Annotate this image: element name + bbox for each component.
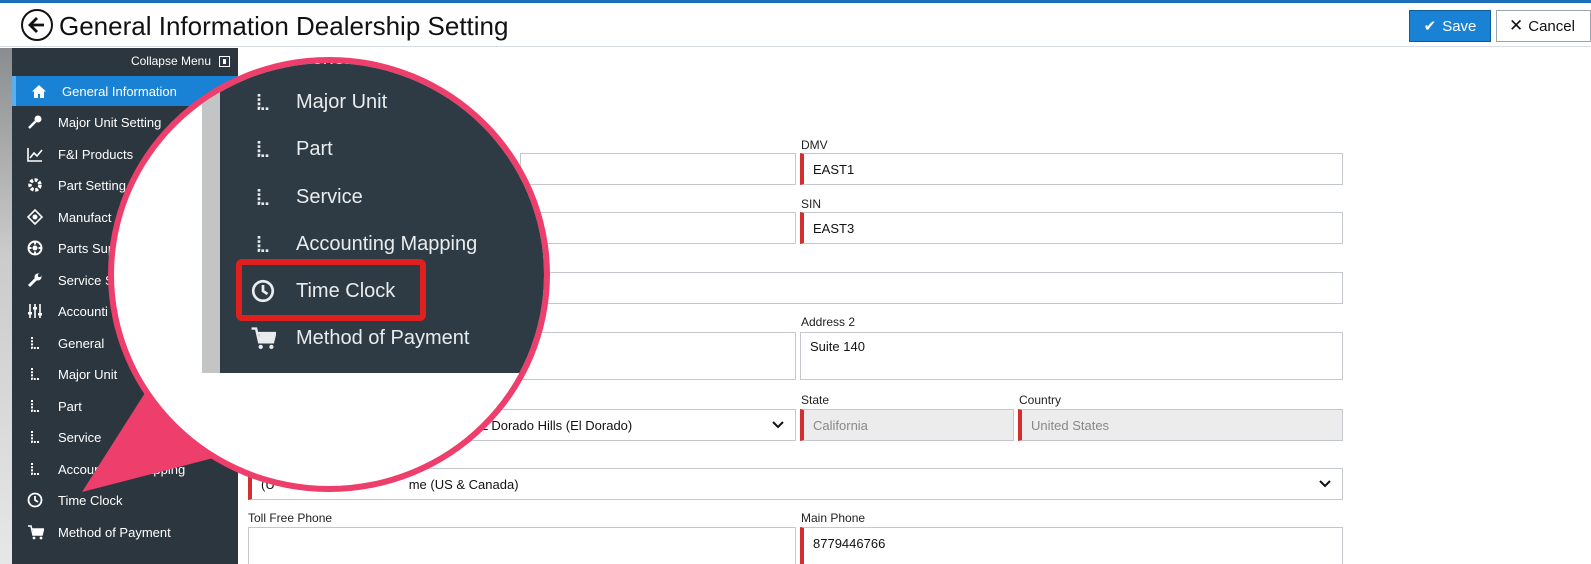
target-icon — [12, 209, 58, 225]
cart-icon — [12, 524, 58, 540]
country-value: United States — [1031, 417, 1110, 433]
sin-label: SIN — [801, 197, 822, 211]
l-icon — [242, 139, 284, 159]
chevron-down-icon — [772, 421, 784, 429]
save-button[interactable]: ✔ Save — [1409, 10, 1491, 42]
chart-icon — [12, 147, 58, 162]
magnified-item-label: Part — [296, 137, 333, 160]
time-clock-highlight-box — [236, 259, 426, 321]
dmv-field[interactable]: EAST1 — [800, 153, 1343, 185]
check-icon: ✔ — [1423, 18, 1437, 35]
l-icon — [12, 367, 58, 381]
l-icon — [242, 92, 284, 112]
state-label: State — [801, 393, 830, 407]
l-icon — [12, 462, 58, 476]
key-icon — [12, 114, 58, 130]
sidebar-item-label: Major Unit — [58, 366, 118, 382]
sin-value: EAST3 — [813, 220, 855, 236]
state-field: California — [800, 409, 1014, 441]
magnified-item-label: Method of Payment — [296, 326, 470, 349]
sidebar-item-method-of-payment[interactable]: Method of Payment — [12, 517, 238, 547]
clock-icon — [12, 492, 58, 508]
sidebar-item-label: General — [58, 335, 105, 351]
sidebar-item-label: Service S — [58, 272, 114, 288]
chevron-down-icon — [1319, 480, 1331, 488]
sidebar-item-label: Parts Sup — [58, 240, 116, 256]
magnified-scrollbar — [202, 63, 222, 373]
l-icon — [242, 187, 284, 207]
magnified-item-major-unit: Major Unit — [242, 81, 387, 123]
magnified-item-label: Service — [296, 185, 363, 208]
page-header: General Information Dealership Setting ✔… — [0, 3, 1591, 47]
background-window-edge — [0, 48, 12, 564]
cancel-label: Cancel — [1528, 17, 1575, 35]
l-icon — [242, 234, 284, 254]
main-phone-label: Main Phone — [801, 511, 866, 525]
home-icon — [16, 84, 62, 99]
dmv-value: EAST1 — [813, 161, 855, 177]
sidebar-item-label: Service — [58, 429, 102, 445]
magnified-item-method-of-payment: Method of Payment — [242, 317, 469, 359]
sidebar-item-label: Time Clock — [58, 492, 123, 508]
magnified-item-label: Accounting Mapping — [296, 232, 478, 255]
arrow-left-icon — [28, 17, 44, 33]
l-icon — [12, 336, 58, 350]
sidebar-item-label: Part — [58, 398, 82, 414]
toll-free-phone-label: Toll Free Phone — [248, 511, 333, 525]
address1-field[interactable] — [520, 272, 1343, 304]
sidebar-item-label: Accoun — [58, 461, 102, 477]
sin-field[interactable]: EAST3 — [800, 212, 1343, 244]
dealer-number-field[interactable] — [520, 153, 796, 185]
dmv-label: DMV — [801, 138, 828, 152]
cart-icon — [242, 326, 284, 350]
magnified-item-general: General — [242, 57, 368, 79]
globe-icon — [12, 240, 58, 256]
cancel-button[interactable]: ✕ Cancel — [1496, 10, 1591, 42]
main-phone-field[interactable]: 8779446766 — [800, 527, 1343, 564]
l-icon — [12, 399, 58, 413]
sidebar-item-time-clock[interactable]: Time Clock — [12, 485, 238, 515]
magnified-item-label: General — [296, 57, 368, 69]
page-title: General Information Dealership Setting — [59, 11, 509, 41]
state-value: California — [813, 417, 868, 433]
sidebar-item-label: Manufact — [58, 209, 112, 225]
address2-value: Suite 140 — [810, 339, 865, 354]
back-button[interactable] — [21, 9, 53, 41]
address2-field[interactable]: Suite 140 — [800, 332, 1343, 380]
l-icon — [12, 430, 58, 444]
country-field: United States — [1018, 409, 1343, 441]
dealer-id-field[interactable] — [520, 212, 796, 244]
main-phone-value: 8779446766 — [813, 536, 886, 551]
sliders-icon — [12, 303, 58, 319]
magnified-item-service: Service — [242, 176, 363, 218]
sidebar-item-label: Accounti — [58, 303, 108, 319]
magnifier-callout: General Major Unit Part Service Accounti… — [108, 57, 550, 492]
address-field[interactable] — [520, 332, 796, 380]
magnified-item-label: Major Unit — [296, 90, 388, 113]
wrench-icon — [12, 272, 58, 288]
save-label: Save — [1442, 17, 1477, 35]
sidebar-item-label: Method of Payment — [58, 524, 171, 540]
country-label: Country — [1019, 393, 1062, 407]
address2-label: Address 2 — [801, 315, 856, 329]
magnified-item-part: Part — [242, 128, 333, 170]
close-icon: ✕ — [1509, 16, 1524, 35]
toll-free-phone-field[interactable] — [248, 527, 796, 564]
gear-icon — [12, 177, 58, 193]
